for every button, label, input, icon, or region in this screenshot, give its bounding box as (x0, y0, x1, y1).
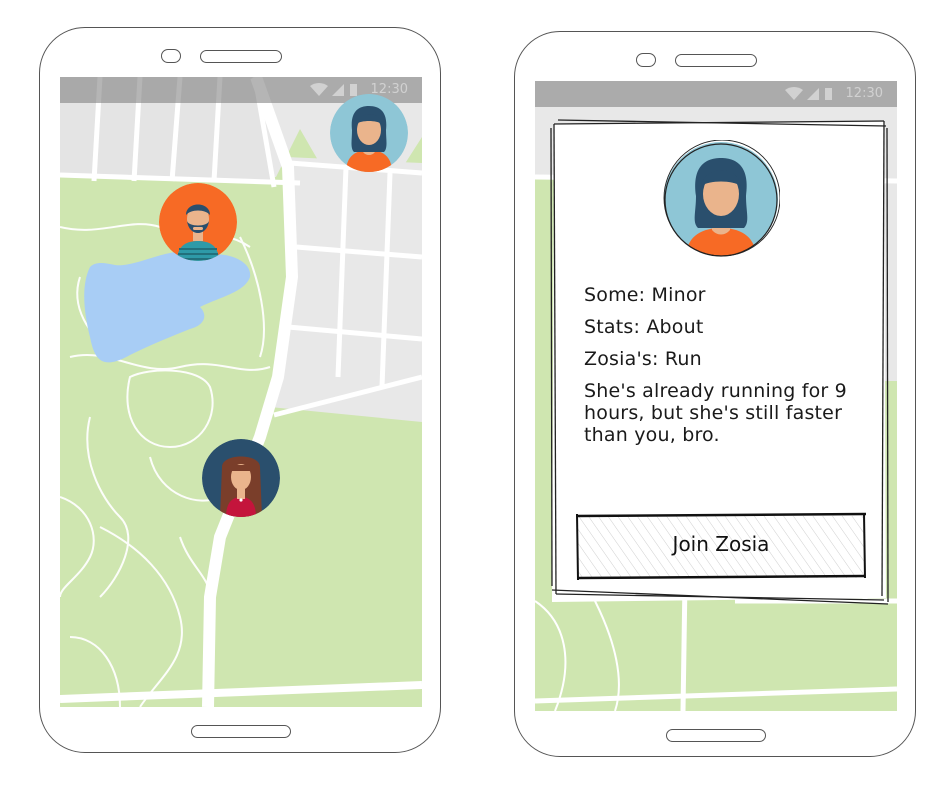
speaker-left-dot (636, 53, 656, 67)
avatar-longhair-woman-icon (202, 439, 280, 517)
user-pin-blue-woman[interactable] (330, 94, 408, 172)
join-button[interactable]: Join Zosia (574, 510, 868, 582)
wifi-icon (785, 87, 803, 100)
status-icons (785, 87, 832, 100)
signal-icon (332, 84, 344, 96)
wifi-icon (310, 83, 328, 96)
stat-line-1: Some: Minor (584, 284, 706, 306)
join-button-label: Join Zosia (672, 532, 770, 556)
battery-icon (350, 84, 357, 96)
status-time: 12:30 (845, 86, 883, 101)
battery-icon (825, 88, 832, 100)
speaker-grill (200, 50, 282, 63)
stat-line-2: Stats: About (584, 316, 704, 338)
user-pin-navy-woman[interactable] (202, 439, 280, 517)
card-avatar (662, 139, 781, 258)
phone-map-view: 12:30 (39, 27, 441, 753)
home-button[interactable] (191, 725, 291, 738)
speaker-grill (675, 54, 757, 67)
profile-card: Some: Minor Stats: About Zosia's: Run Sh… (548, 116, 890, 606)
profile-description: She's already running for 9 hours, but s… (584, 380, 847, 446)
user-pin-orange-man[interactable] (159, 183, 237, 261)
status-icons (310, 83, 357, 96)
home-button[interactable] (666, 729, 766, 742)
speaker-left-dot (161, 49, 181, 63)
status-bar: 12:30 (535, 81, 897, 107)
stat-line-3: Zosia's: Run (584, 348, 702, 370)
map-screen[interactable]: 12:30 (60, 77, 422, 707)
avatar-woman-icon (663, 139, 781, 257)
signal-icon (807, 88, 819, 100)
avatar-man-icon (159, 183, 237, 261)
avatar-woman-icon (330, 94, 408, 172)
